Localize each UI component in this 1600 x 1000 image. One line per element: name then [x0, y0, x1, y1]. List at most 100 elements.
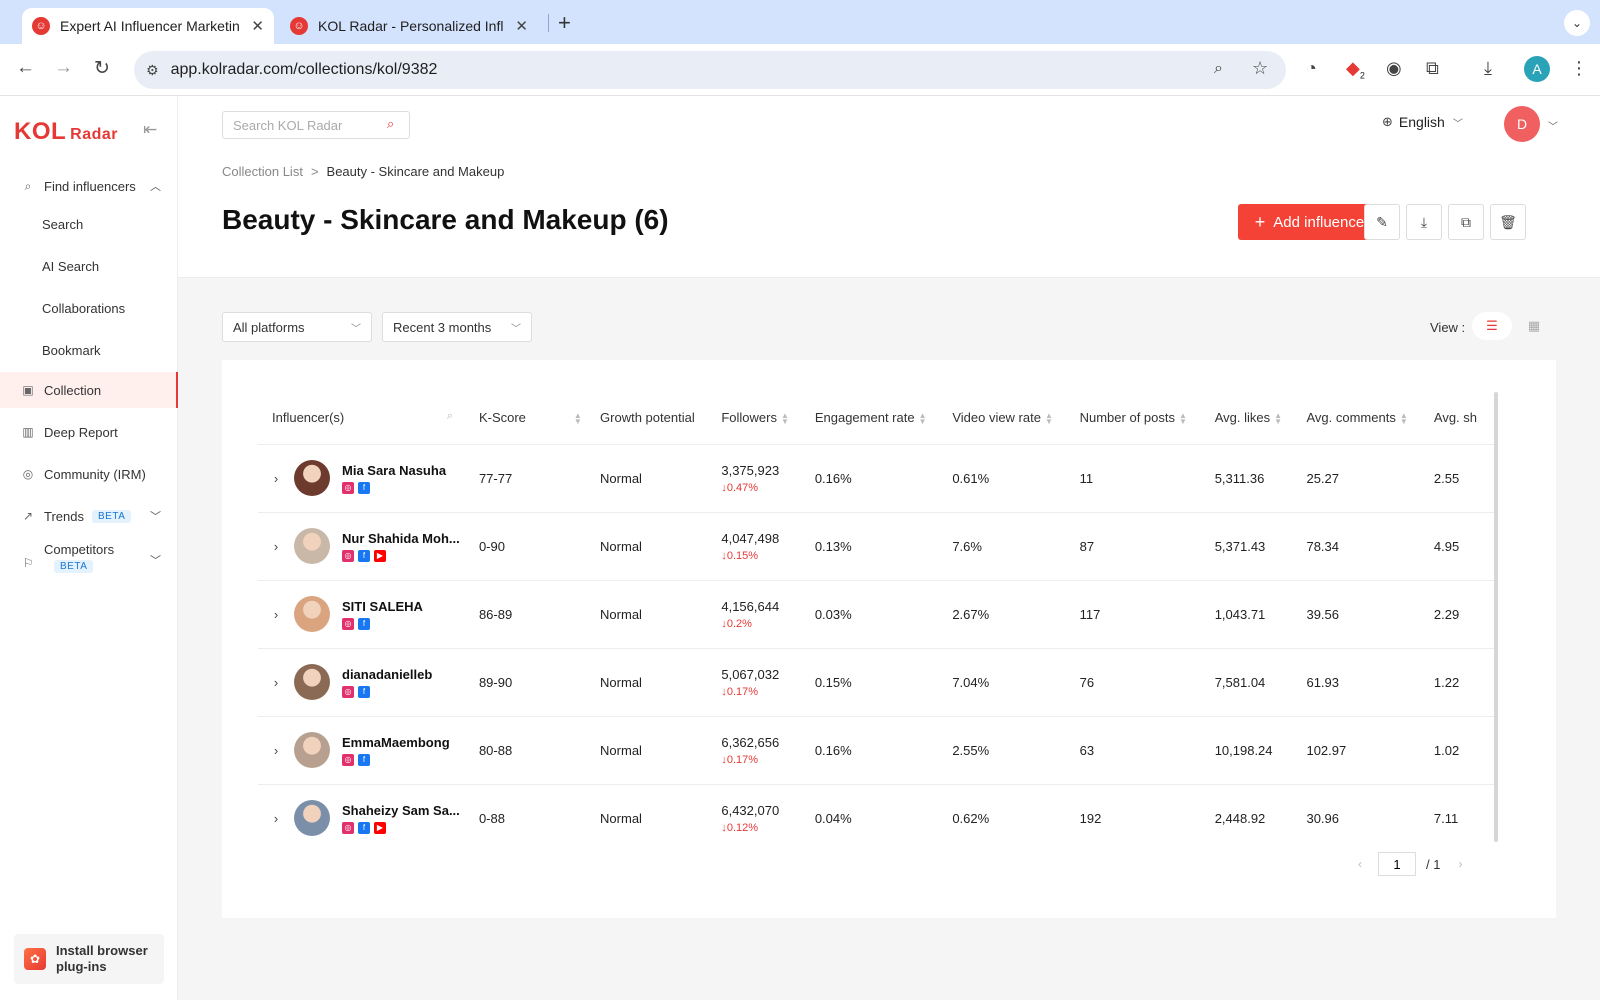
- platform-filter-select[interactable]: All platforms ﹀: [222, 312, 372, 342]
- avatar[interactable]: [294, 664, 330, 700]
- forward-icon[interactable]: →: [54, 57, 73, 79]
- extension-2-icon[interactable]: ◆2: [1346, 58, 1365, 81]
- sort-icon[interactable]: ▲ ▼: [1179, 411, 1187, 425]
- extension-3-icon[interactable]: ◉: [1386, 58, 1402, 79]
- table-row[interactable]: › SITI SALEHA ◎ f 86-89 Normal 4,156,644 …: [258, 580, 1496, 649]
- user-avatar[interactable]: D: [1504, 106, 1540, 142]
- youtube-icon[interactable]: ▶: [374, 821, 386, 834]
- sidebar-item-collaborations[interactable]: Collaborations: [0, 290, 178, 326]
- facebook-icon[interactable]: f: [358, 753, 370, 766]
- influencer-name[interactable]: Nur Shahida Moh...: [342, 531, 460, 546]
- sidebar-item-search[interactable]: Search: [0, 206, 178, 242]
- search-icon[interactable]: ⌕: [447, 410, 453, 423]
- chevron-right-icon[interactable]: ›: [258, 811, 294, 826]
- edit-button[interactable]: ✎: [1364, 204, 1400, 240]
- influencer-name[interactable]: dianadanielleb: [342, 667, 460, 682]
- instagram-icon[interactable]: ◎: [342, 685, 354, 698]
- close-tab-icon[interactable]: ✕: [515, 17, 528, 35]
- table-row[interactable]: › EmmaMaembong ◎ f 80-88 Normal 6,362,656…: [258, 716, 1496, 785]
- table-row[interactable]: › Shaheizy Sam Sa... ◎ f ▶ 0-88 Normal 6,4…: [258, 784, 1496, 842]
- sort-icon[interactable]: ▲ ▼: [1400, 411, 1408, 425]
- download-icon[interactable]: ⤓: [1484, 58, 1492, 79]
- new-tab-icon[interactable]: +: [558, 10, 571, 36]
- chevron-right-icon[interactable]: ›: [258, 675, 294, 690]
- extension-1-icon[interactable]: ◔: [1306, 58, 1317, 79]
- instagram-icon[interactable]: ◎: [342, 617, 354, 630]
- browser-menu-icon[interactable]: ⋮: [1570, 58, 1588, 79]
- chevron-down-icon[interactable]: ﹀: [1548, 118, 1558, 133]
- install-plugin-button[interactable]: ✿ Install browser plug-ins: [14, 934, 164, 984]
- sidebar-item-competitors[interactable]: ⚐ Competitors BETA ﹀: [0, 542, 178, 586]
- search-icon[interactable]: ⌕: [387, 116, 394, 132]
- col-video-view[interactable]: Video view rate ▲ ▼: [938, 392, 1066, 445]
- col-kscore[interactable]: K-Score ▲ ▼: [464, 392, 587, 445]
- col-avg-shares[interactable]: Avg. sh: [1419, 392, 1496, 445]
- sort-icon[interactable]: ▲ ▼: [1274, 411, 1282, 425]
- table-row[interactable]: › Mia Sara Nasuha ◎ f 77-77 Normal 3,375,…: [258, 444, 1496, 513]
- facebook-icon[interactable]: f: [358, 481, 370, 494]
- chevron-right-icon[interactable]: ›: [258, 471, 294, 486]
- download-button[interactable]: ⤓: [1406, 204, 1442, 240]
- facebook-icon[interactable]: f: [358, 685, 370, 698]
- site-settings-icon[interactable]: ⚙: [146, 62, 159, 79]
- influencer-name[interactable]: SITI SALEHA: [342, 599, 460, 614]
- table-row[interactable]: › dianadanielleb ◎ f 89-90 Normal 5,067,0…: [258, 648, 1496, 717]
- sort-icon[interactable]: ▲ ▼: [919, 411, 927, 425]
- col-followers[interactable]: Followers ▲ ▼: [707, 392, 801, 445]
- instagram-icon[interactable]: ◎: [342, 481, 354, 494]
- sidebar-item-community[interactable]: ◎ Community (IRM): [0, 456, 178, 492]
- avatar[interactable]: [294, 732, 330, 768]
- grid-view-button[interactable]: ▦: [1514, 312, 1554, 340]
- influencer-name[interactable]: EmmaMaembong: [342, 735, 460, 750]
- youtube-icon[interactable]: ▶: [374, 549, 386, 562]
- close-tab-icon[interactable]: ✕: [251, 17, 264, 35]
- bookmark-star-icon[interactable]: ☆: [1252, 58, 1268, 79]
- table-scrollbar[interactable]: [1494, 392, 1498, 842]
- chevron-right-icon[interactable]: ›: [258, 607, 294, 622]
- address-bar[interactable]: ⚙ app.kolradar.com/collections/kol/9382 …: [134, 51, 1286, 89]
- search-input[interactable]: [233, 117, 383, 133]
- sort-icon[interactable]: ▲ ▼: [781, 411, 789, 425]
- browser-tab-2[interactable]: ☺ KOL Radar - Personalized Influencer ✕: [280, 8, 538, 44]
- influencer-name[interactable]: Mia Sara Nasuha: [342, 463, 460, 478]
- extensions-puzzle-icon[interactable]: ⧉: [1426, 58, 1439, 79]
- breadcrumb-collection-list[interactable]: Collection List: [222, 164, 303, 179]
- sidebar-item-find-influencers[interactable]: ⌕ Find influencers ︿: [0, 168, 178, 204]
- chevron-right-icon[interactable]: ›: [258, 743, 294, 758]
- col-posts[interactable]: Number of posts ▲ ▼: [1065, 392, 1201, 445]
- next-page-icon[interactable]: ›: [1458, 857, 1462, 871]
- instagram-icon[interactable]: ◎: [342, 753, 354, 766]
- delete-button[interactable]: 🗑: [1490, 204, 1526, 240]
- instagram-icon[interactable]: ◎: [342, 549, 354, 562]
- reload-icon[interactable]: ↻: [94, 57, 110, 80]
- table-scroll-area[interactable]: Influencer(s) ⌕ K-Score ▲ ▼ Growth potentia…: [258, 392, 1496, 842]
- facebook-icon[interactable]: f: [358, 617, 370, 630]
- sort-icon[interactable]: ▲ ▼: [1045, 411, 1053, 425]
- list-view-button[interactable]: ☰: [1472, 312, 1512, 340]
- col-engagement[interactable]: Engagement rate ▲ ▼: [800, 392, 939, 445]
- facebook-icon[interactable]: f: [358, 549, 370, 562]
- prev-page-icon[interactable]: ‹: [1358, 857, 1362, 871]
- col-avg-likes[interactable]: Avg. likes ▲ ▼: [1200, 392, 1293, 445]
- col-avg-comments[interactable]: Avg. comments ▲ ▼: [1292, 392, 1420, 445]
- back-icon[interactable]: ←: [16, 57, 35, 79]
- avatar[interactable]: [294, 800, 330, 836]
- chevron-right-icon[interactable]: ›: [258, 539, 294, 554]
- instagram-icon[interactable]: ◎: [342, 821, 354, 834]
- col-influencer[interactable]: Influencer(s) ⌕: [258, 392, 465, 445]
- page-number-input[interactable]: [1378, 852, 1416, 876]
- sort-icon[interactable]: ▲ ▼: [574, 411, 582, 425]
- avatar[interactable]: [294, 596, 330, 632]
- zoom-icon[interactable]: ⌕: [1214, 60, 1223, 78]
- sidebar-item-ai-search[interactable]: AI Search: [0, 248, 178, 284]
- facebook-icon[interactable]: f: [358, 821, 370, 834]
- avatar[interactable]: [294, 460, 330, 496]
- duplicate-button[interactable]: ⧉: [1448, 204, 1484, 240]
- table-row[interactable]: › Nur Shahida Moh... ◎ f ▶ 0-90 Normal 4,0…: [258, 512, 1496, 581]
- sidebar-item-deep-report[interactable]: ▥ Deep Report: [0, 414, 178, 450]
- sidebar-item-bookmark[interactable]: Bookmark: [0, 332, 178, 368]
- sidebar-item-trends[interactable]: ↗ Trends BETA ﹀: [0, 498, 178, 534]
- language-selector[interactable]: ⊕ English ﹀: [1382, 114, 1463, 130]
- period-filter-select[interactable]: Recent 3 months ﹀: [382, 312, 532, 342]
- avatar[interactable]: [294, 528, 330, 564]
